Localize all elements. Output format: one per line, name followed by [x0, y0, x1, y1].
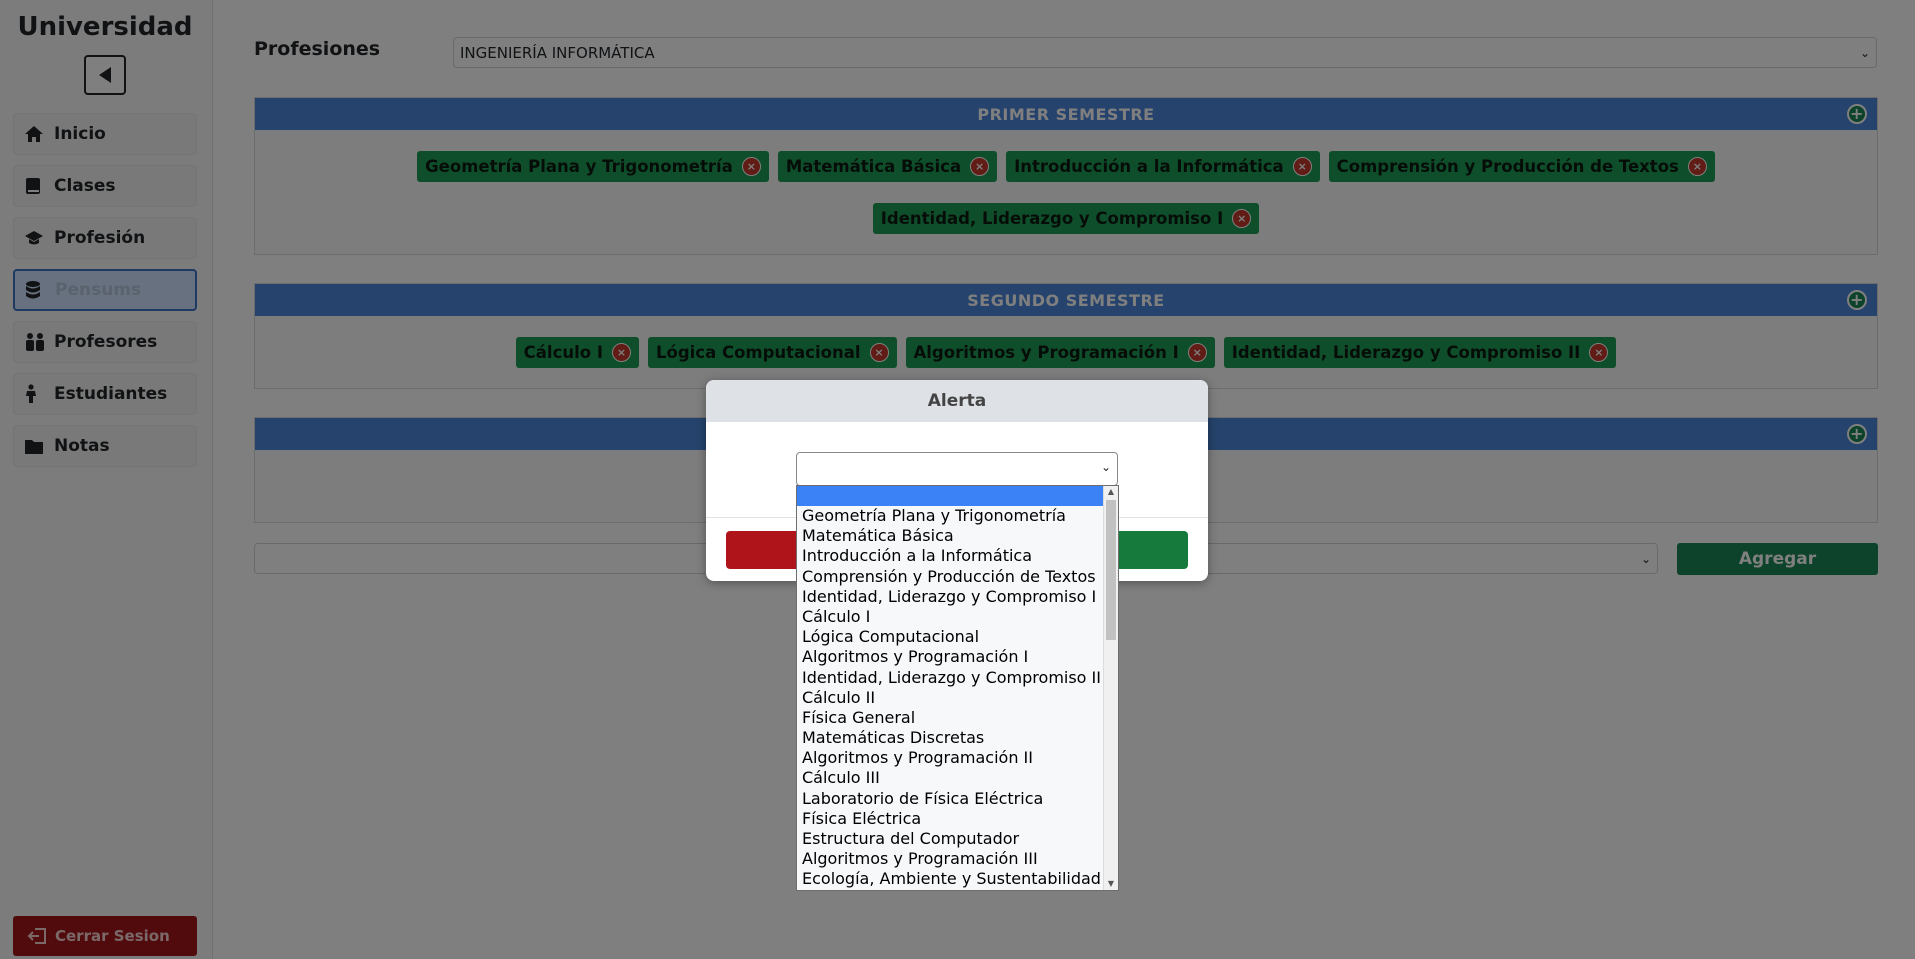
course-option[interactable]: Ecología, Ambiente y Sustentabilidad — [797, 869, 1104, 889]
course-option[interactable]: Identidad, Liderazgo y Compromiso II — [797, 668, 1104, 688]
course-option[interactable]: Estructura del Computador — [797, 829, 1104, 849]
scrollbar-thumb[interactable] — [1106, 500, 1116, 640]
course-option[interactable]: Algoritmos y Programación III — [797, 849, 1104, 869]
course-option[interactable]: Algoritmos y Programación I — [797, 647, 1104, 667]
course-select[interactable]: ⌄ — [796, 452, 1118, 486]
chevron-down-icon: ⌄ — [1100, 460, 1111, 474]
course-option[interactable]: Cálculo III — [797, 768, 1104, 788]
scroll-up-icon[interactable]: ▲ — [1106, 487, 1116, 497]
course-option[interactable]: Algoritmos y Programación II — [797, 748, 1104, 768]
course-option[interactable]: Física Eléctrica — [797, 809, 1104, 829]
course-option[interactable]: Identidad, Liderazgo y Compromiso I — [797, 587, 1104, 607]
modal-title: Alerta — [706, 380, 1208, 422]
course-option[interactable]: Física General — [797, 708, 1104, 728]
course-option[interactable]: Introducción a la Informática — [797, 546, 1104, 566]
course-options-list[interactable]: Geometría Plana y Trigonometría Matemáti… — [796, 485, 1119, 891]
course-option[interactable]: Lógica Computacional — [797, 627, 1104, 647]
scroll-down-icon[interactable]: ▼ — [1106, 879, 1116, 889]
course-option[interactable]: Laboratorio de Física Eléctrica — [797, 789, 1104, 809]
dropdown-scrollbar[interactable]: ▲ ▼ — [1103, 486, 1118, 890]
course-option[interactable]: Cálculo II — [797, 688, 1104, 708]
course-option[interactable]: Cálculo I — [797, 607, 1104, 627]
option-blank-selected[interactable] — [797, 486, 1104, 506]
course-option[interactable]: Geometría Plana y Trigonometría — [797, 506, 1104, 526]
course-option[interactable]: Matemáticas Discretas — [797, 728, 1104, 748]
course-option[interactable]: Comprensión y Producción de Textos — [797, 567, 1104, 587]
course-option[interactable]: Matemática Básica — [797, 526, 1104, 546]
